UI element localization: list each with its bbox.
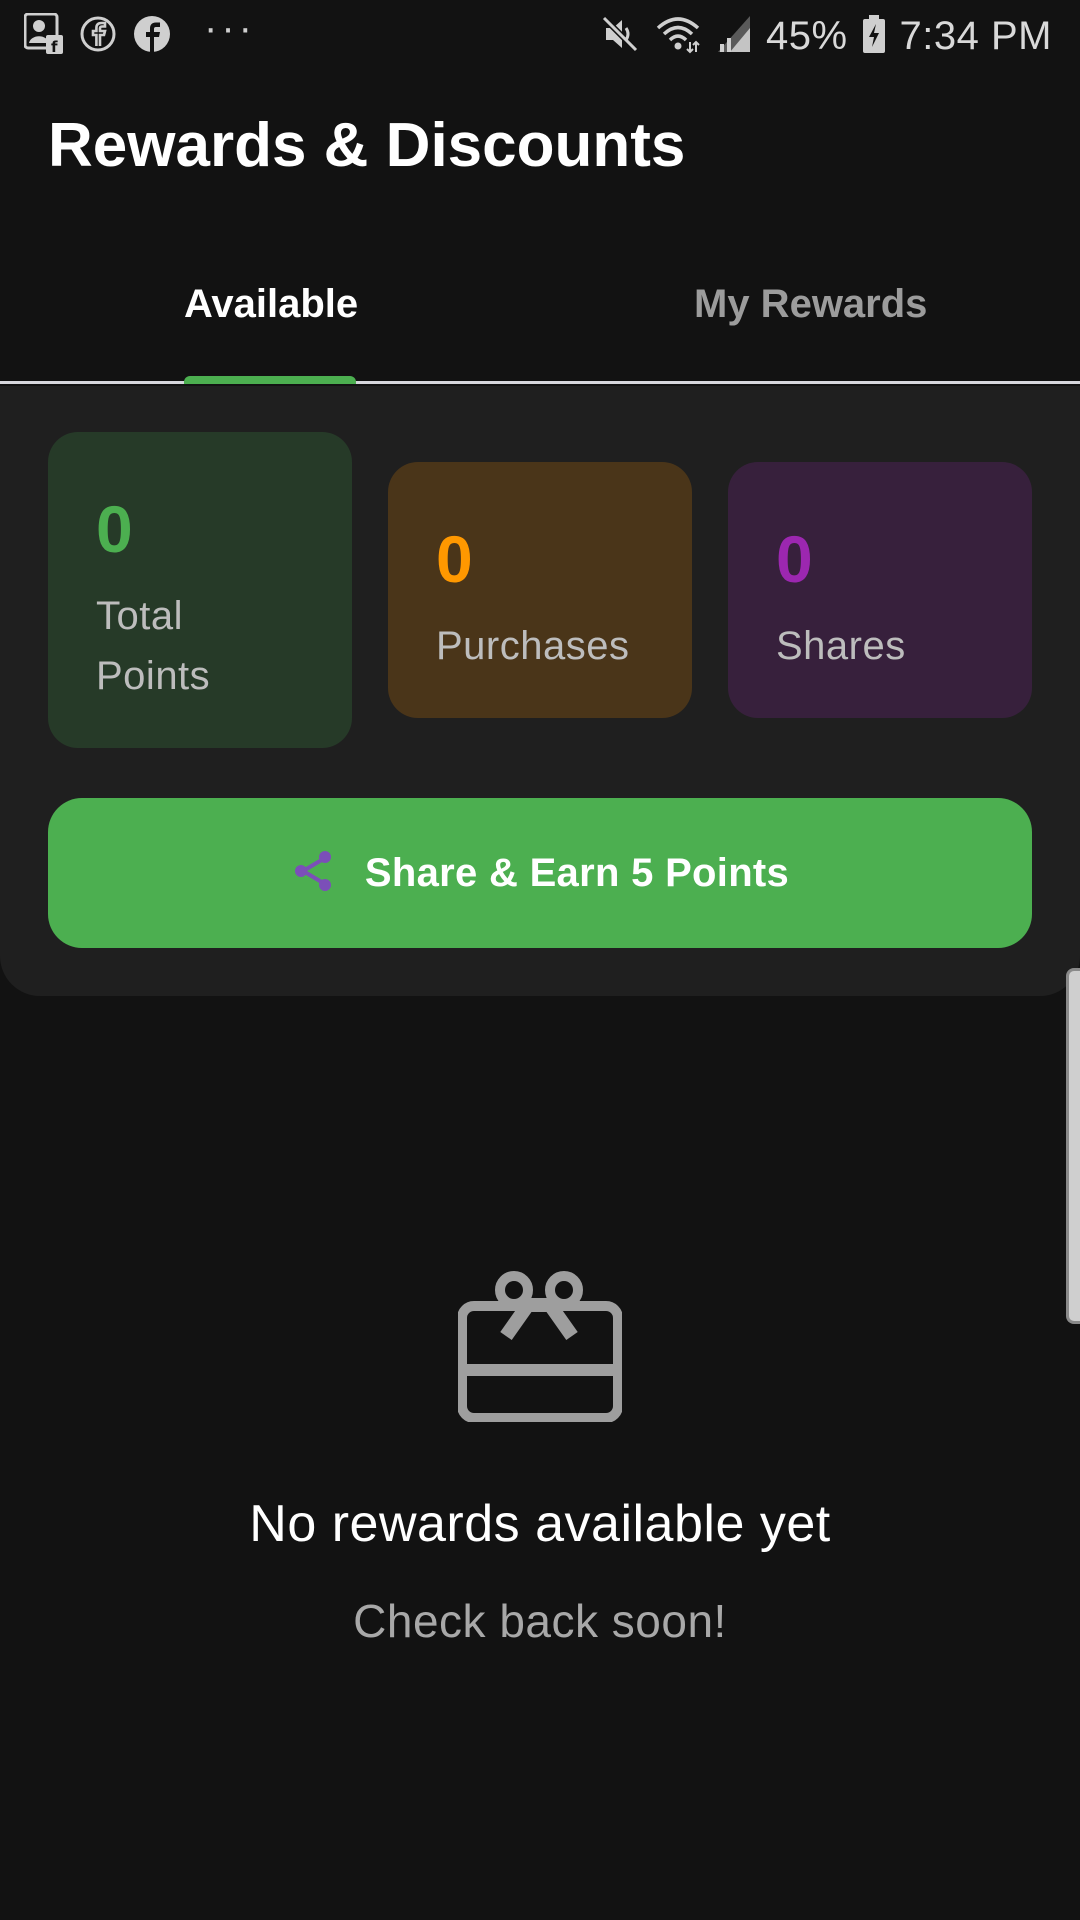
gift-card-icon bbox=[0, 1268, 1080, 1422]
status-bar-left: f ··· bbox=[23, 6, 256, 60]
total-points-label: Total Points bbox=[96, 594, 211, 698]
tab-my-rewards[interactable]: My Rewards bbox=[694, 282, 927, 327]
purchases-label: Purchases bbox=[436, 624, 630, 668]
share-earn-label: Share & Earn 5 Points bbox=[364, 850, 790, 895]
more-dots-icon: ··· bbox=[204, 5, 256, 50]
tab-indicator bbox=[184, 376, 356, 384]
empty-state-title: No rewards available yet bbox=[249, 1495, 831, 1553]
signal-icon bbox=[716, 14, 752, 59]
total-points-card: 0 Total Points bbox=[48, 432, 352, 748]
share-icon bbox=[291, 848, 337, 899]
clock: 7:34 PM bbox=[899, 13, 1052, 58]
status-bar: f ··· 45% 7:34 PM bbox=[0, 0, 1080, 72]
battery-charging-icon bbox=[862, 14, 886, 59]
share-earn-button[interactable]: Share & Earn 5 Points bbox=[48, 798, 1032, 948]
svg-text:f: f bbox=[51, 38, 58, 55]
wifi-icon bbox=[654, 14, 702, 59]
shares-label: Shares bbox=[776, 624, 906, 668]
facebook-outline-icon bbox=[78, 14, 118, 59]
total-points-value: 0 bbox=[96, 492, 133, 566]
shares-value: 0 bbox=[776, 522, 813, 596]
tab-bar: Available My Rewards bbox=[0, 250, 1080, 384]
empty-state: No rewards available yet Check back soon… bbox=[0, 1268, 1080, 1648]
contact-card-icon: f bbox=[23, 12, 64, 60]
empty-state-subtitle: Check back soon! bbox=[353, 1595, 727, 1647]
purchases-card: 0 Purchases bbox=[388, 462, 692, 718]
stats-panel: 0 Total Points 0 Purchases 0 Shares Shar… bbox=[0, 386, 1080, 996]
battery-percent: 45% bbox=[765, 13, 848, 58]
purchases-value: 0 bbox=[436, 522, 473, 596]
facebook-icon bbox=[132, 14, 172, 59]
page-title: Rewards & Discounts bbox=[48, 111, 686, 180]
shares-card: 0 Shares bbox=[728, 462, 1032, 718]
mute-icon bbox=[600, 14, 640, 59]
tab-available[interactable]: Available bbox=[184, 282, 358, 327]
status-bar-right: 45% 7:34 PM bbox=[600, 14, 1052, 59]
